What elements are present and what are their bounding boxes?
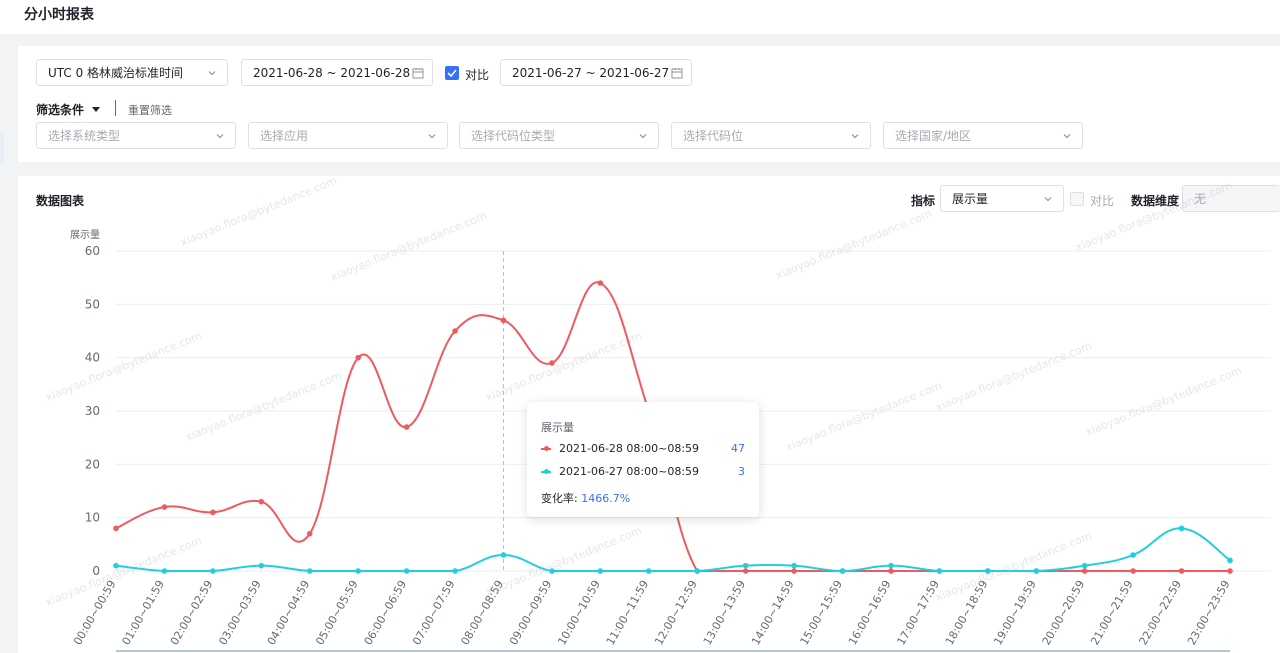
data-point — [742, 562, 749, 569]
tooltip-row-name: 2021-06-27 08:00~08:59 — [559, 465, 700, 478]
y-tick-label: 40 — [85, 351, 100, 365]
x-tick-label: 04:00~04:59 — [265, 578, 313, 647]
data-point — [161, 568, 168, 574]
x-tick-label: 12:00~12:59 — [652, 578, 700, 647]
data-point — [1227, 557, 1233, 564]
x-tick-label: 09:00~09:59 — [507, 578, 555, 647]
x-tick-label: 15:00~15:59 — [798, 578, 846, 647]
tooltip-title: 展示量 — [541, 421, 574, 434]
data-point — [791, 562, 797, 569]
y-axis-label: 展示量 — [70, 229, 100, 241]
data-point — [113, 525, 119, 532]
x-tick-label: 16:00~16:59 — [846, 578, 894, 647]
x-tick-label: 01:00~01:59 — [119, 578, 167, 647]
series-marker-icon — [541, 446, 551, 451]
data-point — [1081, 568, 1088, 574]
data-point — [113, 562, 119, 569]
x-tick-label: 03:00~03:59 — [216, 578, 264, 647]
chart-tooltip: 展示量 2021-06-28 08:00~08:59 47 2021-06-27… — [527, 402, 759, 517]
x-tick-label: 14:00~14:59 — [749, 578, 797, 647]
tooltip-row-value: 3 — [738, 465, 745, 478]
data-point — [1178, 525, 1185, 532]
tooltip-change-rate: 变化率: 1466.7% — [541, 490, 630, 506]
data-point — [355, 354, 361, 361]
y-tick-label: 20 — [85, 457, 100, 471]
data-point — [258, 498, 265, 505]
x-tick-label: 06:00~06:59 — [362, 578, 410, 647]
x-tick-label: 08:00~08:59 — [459, 578, 507, 647]
x-tick-label: 00:00~00:59 — [71, 578, 119, 647]
data-point — [161, 504, 168, 510]
x-tick-label: 21:00~21:59 — [1088, 578, 1136, 647]
data-point — [452, 568, 458, 574]
data-point — [694, 568, 701, 574]
data-point — [1227, 568, 1233, 574]
data-point — [355, 568, 361, 574]
x-tick-label: 13:00~13:59 — [701, 578, 749, 647]
y-tick-label: 60 — [85, 244, 100, 258]
data-point — [645, 568, 652, 574]
data-point — [452, 328, 458, 334]
data-point — [306, 568, 313, 574]
x-tick-label: 23:00~23:59 — [1185, 578, 1233, 647]
data-point — [549, 568, 555, 574]
data-point — [403, 568, 410, 574]
x-tick-label: 19:00~19:59 — [991, 578, 1039, 647]
tooltip-row-current: 2021-06-28 08:00~08:59 47 — [541, 442, 745, 458]
change-rate-label: 变化率: — [541, 492, 578, 505]
data-point — [888, 568, 894, 574]
y-tick-label: 0 — [92, 564, 100, 578]
data-point — [258, 562, 265, 569]
data-point — [210, 568, 216, 574]
x-tick-label: 10:00~10:59 — [555, 578, 603, 647]
data-point — [742, 568, 749, 574]
tooltip-row-name: 2021-06-28 08:00~08:59 — [559, 442, 700, 455]
data-point — [1178, 568, 1185, 574]
x-tick-label: 05:00~05:59 — [313, 578, 361, 647]
series-marker-icon — [541, 469, 551, 474]
data-point — [597, 280, 604, 286]
x-tick-label: 18:00~18:59 — [943, 578, 991, 647]
series-line-1 — [115, 527, 1231, 573]
data-point — [791, 568, 797, 574]
x-tick-label: 20:00~20:59 — [1040, 578, 1088, 647]
data-point — [1081, 562, 1088, 569]
data-point — [210, 509, 216, 516]
data-point — [1033, 568, 1040, 574]
line-chart: 展示量 0 10 20 30 40 50 60 00:00~00:59 01:00~01:59 02… — [70, 229, 1270, 652]
x-tick-label: 17:00~17:59 — [894, 578, 942, 647]
data-point — [888, 562, 894, 569]
data-point — [549, 360, 555, 366]
data-point — [403, 424, 410, 430]
x-tick-label: 07:00~07:59 — [410, 578, 458, 647]
y-tick-label: 10 — [85, 511, 100, 525]
x-tick-label: 22:00~22:59 — [1137, 578, 1185, 647]
data-point — [839, 568, 846, 574]
data-point — [985, 568, 991, 574]
data-point — [500, 552, 507, 558]
y-tick-label: 30 — [85, 404, 100, 418]
data-point — [1130, 552, 1136, 558]
tooltip-row-compare: 2021-06-27 08:00~08:59 3 — [541, 465, 745, 481]
x-tick-label: 02:00~02:59 — [168, 578, 216, 647]
data-point — [500, 317, 507, 324]
change-rate-value: 1466.7% — [581, 492, 631, 505]
data-point — [1130, 568, 1136, 574]
data-point — [597, 568, 604, 574]
x-tick-label: 11:00~11:59 — [604, 578, 652, 647]
tooltip-row-value: 47 — [731, 442, 745, 455]
y-tick-label: 50 — [85, 297, 100, 311]
data-point — [306, 530, 313, 537]
data-point — [936, 568, 943, 574]
